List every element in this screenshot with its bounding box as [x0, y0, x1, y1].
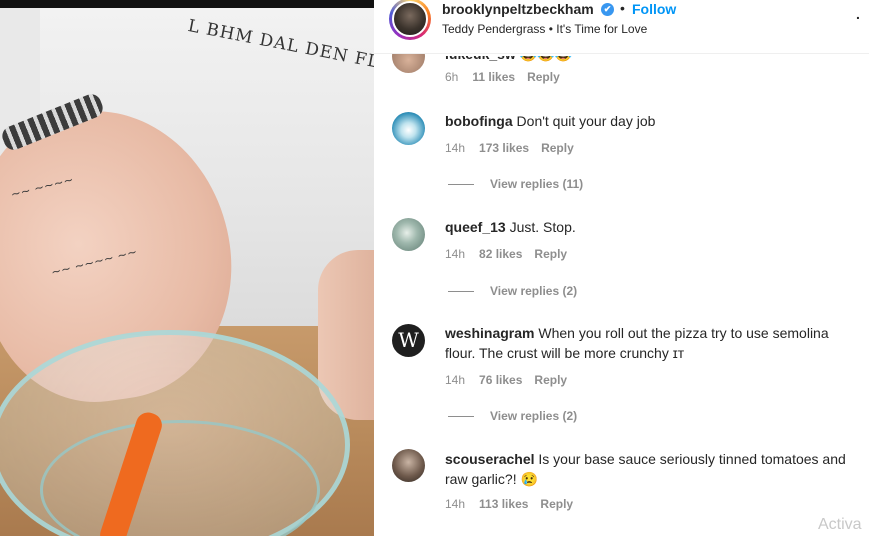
reply-button[interactable]: Reply [541, 141, 574, 155]
author-avatar[interactable] [389, 0, 431, 40]
commenter-username[interactable]: bobofinga [445, 113, 513, 129]
replies-divider [448, 184, 474, 186]
shirt-print-text: L BHM DAL DEN FLL GRR IN [186, 16, 374, 90]
video-player[interactable]: L BHM DAL DEN FLL GRR IN ~~ ~~~~ ~~ ~~~~… [0, 0, 374, 536]
commenter-avatar[interactable]: W [392, 324, 425, 357]
reply-button[interactable]: Reply [540, 497, 573, 511]
comment-meta: 14h 173 likes Reply [445, 141, 574, 155]
author-username[interactable]: brooklynpeltzbeckham [442, 1, 594, 17]
view-replies-button[interactable]: View replies (2) [448, 284, 577, 298]
replies-divider [448, 291, 474, 293]
commenter-username[interactable]: queef_13 [445, 219, 506, 235]
audio-track-label[interactable]: Teddy Pendergrass • It's Time for Love [442, 22, 647, 36]
comment-likes[interactable]: 82 likes [479, 247, 522, 261]
commenter-username[interactable]: scouserachel [445, 451, 535, 467]
view-replies-label: View replies (11) [490, 177, 584, 191]
comment-text: scouserachel Is your base sauce seriousl… [445, 449, 860, 489]
comment-time: 14h [445, 497, 466, 511]
follow-button[interactable]: Follow [632, 1, 676, 17]
comment-time: 6h [445, 70, 459, 84]
view-replies-button[interactable]: View replies (2) [448, 409, 577, 423]
verified-badge-icon: ✔ [601, 3, 614, 16]
comment-likes[interactable]: 11 likes [472, 70, 515, 84]
comment-time: 14h [445, 141, 466, 155]
comment-likes[interactable]: 173 likes [479, 141, 529, 155]
commenter-avatar[interactable] [392, 449, 425, 482]
author-avatar-image [392, 1, 428, 37]
commenter-avatar[interactable] [392, 112, 425, 145]
comment-meta: 14h 82 likes Reply [445, 247, 567, 261]
comment-time: 14h [445, 373, 466, 387]
comment-time: 14h [445, 247, 466, 261]
view-replies-button[interactable]: View replies (11) [448, 177, 583, 191]
comment-body: Don't quit your day job [516, 113, 656, 129]
comment-likes[interactable]: 113 likes [479, 497, 528, 511]
comment-text: weshinagram When you roll out the pizza … [445, 323, 860, 363]
reply-button[interactable]: Reply [527, 70, 560, 84]
comments-panel: brooklynpeltzbeckham ✔ • Follow Teddy Pe… [374, 0, 869, 536]
comment-text: bobofinga Don't quit your day job [445, 111, 860, 131]
commenter-username[interactable]: weshinagram [445, 325, 534, 341]
header-separator: • [620, 0, 625, 16]
activation-watermark: Activa [818, 516, 862, 533]
comment-body: Just. Stop. [509, 219, 576, 235]
commenter-avatar[interactable] [392, 218, 425, 251]
comment-text: queef_13 Just. Stop. [445, 217, 860, 237]
comment-meta: 14h 76 likes Reply [445, 373, 567, 387]
post-header: brooklynpeltzbeckham ✔ • Follow Teddy Pe… [374, 0, 869, 54]
reply-button[interactable]: Reply [534, 247, 567, 261]
comment-meta: 14h 113 likes Reply [445, 497, 573, 511]
replies-divider [448, 416, 474, 418]
reply-button[interactable]: Reply [534, 373, 567, 387]
more-options-icon[interactable]: . [856, 6, 860, 22]
comment-meta: 6h 11 likes Reply [445, 70, 560, 84]
comment-likes[interactable]: 76 likes [479, 373, 522, 387]
video-top-bar [0, 0, 374, 8]
view-replies-label: View replies (2) [490, 284, 578, 298]
view-replies-label: View replies (2) [490, 409, 578, 423]
